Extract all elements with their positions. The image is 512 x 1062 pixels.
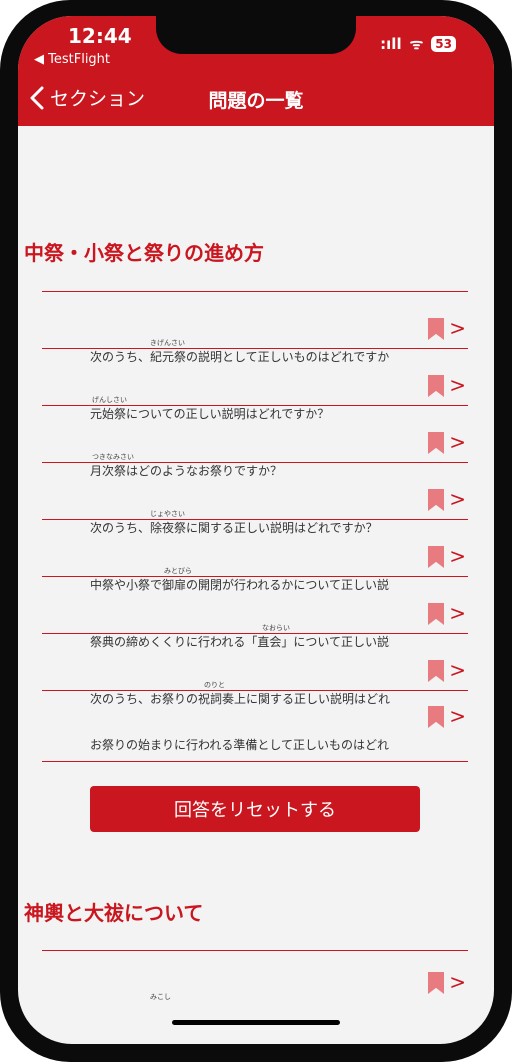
question-row[interactable]: じょやさい 次のうち、除夜祭に関する正しい説明はどれですか？ > (42, 487, 468, 559)
section-title: 中祭・小祭と祭りの進め方 (24, 241, 264, 265)
camera-notch (156, 16, 356, 54)
question-row[interactable]: なおらい 祭典の締めくくりに行われる「直会」について正しい説明 > (42, 601, 468, 673)
furigana: なおらい (262, 624, 290, 632)
bookmark-icon[interactable] (428, 603, 444, 625)
question-row[interactable]: お祭りの始まりに行われる準備として正しいものはどれ > (42, 704, 468, 776)
chevron-right-icon: > (449, 373, 466, 397)
question-row[interactable]: みこし > (42, 970, 468, 1042)
power-button (506, 230, 512, 340)
divider (42, 950, 468, 951)
divider (42, 690, 468, 691)
divider (42, 405, 468, 406)
back-to-app-link[interactable]: ◀ TestFlight (34, 52, 110, 67)
chevron-right-icon: > (449, 544, 466, 568)
mute-switch (0, 130, 6, 170)
furigana: じょやさい (150, 510, 185, 518)
divider (42, 519, 468, 520)
chevron-right-icon: > (449, 658, 466, 682)
question-text: 次のうち、除夜祭に関する正しい説明はどれですか？ (90, 521, 378, 535)
question-row[interactable]: みとびら 中祭や小祭で御扉の開閉が行われるかについて正しい説明 > (42, 544, 468, 616)
divider (42, 761, 468, 762)
divider (42, 348, 468, 349)
furigana: きげんさい (150, 339, 185, 347)
divider (42, 576, 468, 577)
bookmark-icon[interactable] (428, 706, 444, 728)
header-bar: 12:44 ◀ TestFlight :ıll ᯤ 53 セクション 問題の一覧 (18, 16, 494, 126)
furigana: げんしさい (92, 396, 127, 404)
chevron-right-icon: > (449, 316, 466, 340)
section-title: 神輿と大祓について (24, 901, 204, 925)
chevron-right-icon: > (449, 970, 466, 994)
wifi-icon: ᯤ (409, 35, 424, 53)
question-text: 祭典の締めくくりに行われる「直会」について正しい説明 (90, 635, 390, 649)
question-text: 次のうち、紀元祭の説明として正しいものはどれですか (90, 350, 390, 364)
divider (42, 462, 468, 463)
question-text: 元始祭についての正しい説明はどれですか？ (90, 407, 330, 421)
page-title: 問題の一覧 (208, 90, 304, 112)
question-text: 次のうち、お祭りの祝詞奏上に関する正しい説明はどれ (90, 692, 390, 706)
question-row[interactable]: げんしさい 元始祭についての正しい説明はどれですか？ > (42, 373, 468, 445)
bookmark-icon[interactable] (428, 375, 444, 397)
question-text: 中祭や小祭で御扉の開閉が行われるかについて正しい説明 (90, 578, 390, 592)
chevron-right-icon: > (449, 487, 466, 511)
home-indicator (172, 1020, 340, 1025)
divider (42, 291, 468, 292)
bookmark-icon[interactable] (428, 660, 444, 682)
cellular-signal-icon: :ıll (380, 35, 402, 53)
bookmark-icon[interactable] (428, 546, 444, 568)
question-text: お祭りの始まりに行われる準備として正しいものはどれ (90, 738, 390, 752)
volume-up-button (0, 200, 6, 280)
furigana: つきなみさい (92, 453, 134, 461)
chevron-right-icon: > (449, 601, 466, 625)
furigana: みとびら (164, 567, 192, 575)
app-screen: 12:44 ◀ TestFlight :ıll ᯤ 53 セクション 問題の一覧… (18, 16, 494, 1044)
question-row[interactable]: きげんさい 次のうち、紀元祭の説明として正しいものはどれですか > (42, 316, 468, 388)
status-icons: :ıll ᯤ 53 (380, 34, 456, 54)
bookmark-icon[interactable] (428, 318, 444, 340)
question-row[interactable]: つきなみさい 月次祭はどのようなお祭りですか？ > (42, 430, 468, 502)
furigana: みこし (150, 993, 171, 1001)
status-time: 12:44 (68, 24, 132, 48)
chevron-right-icon: > (449, 430, 466, 454)
divider (42, 633, 468, 634)
bookmark-icon[interactable] (428, 432, 444, 454)
chevron-right-icon: > (449, 704, 466, 728)
reset-answers-button[interactable]: 回答をリセットする (90, 786, 420, 832)
bookmark-icon[interactable] (428, 972, 444, 994)
battery-icon: 53 (431, 36, 456, 52)
furigana: のりと (204, 681, 225, 689)
question-text: 月次祭はどのようなお祭りですか？ (90, 464, 283, 478)
bookmark-icon[interactable] (428, 489, 444, 511)
